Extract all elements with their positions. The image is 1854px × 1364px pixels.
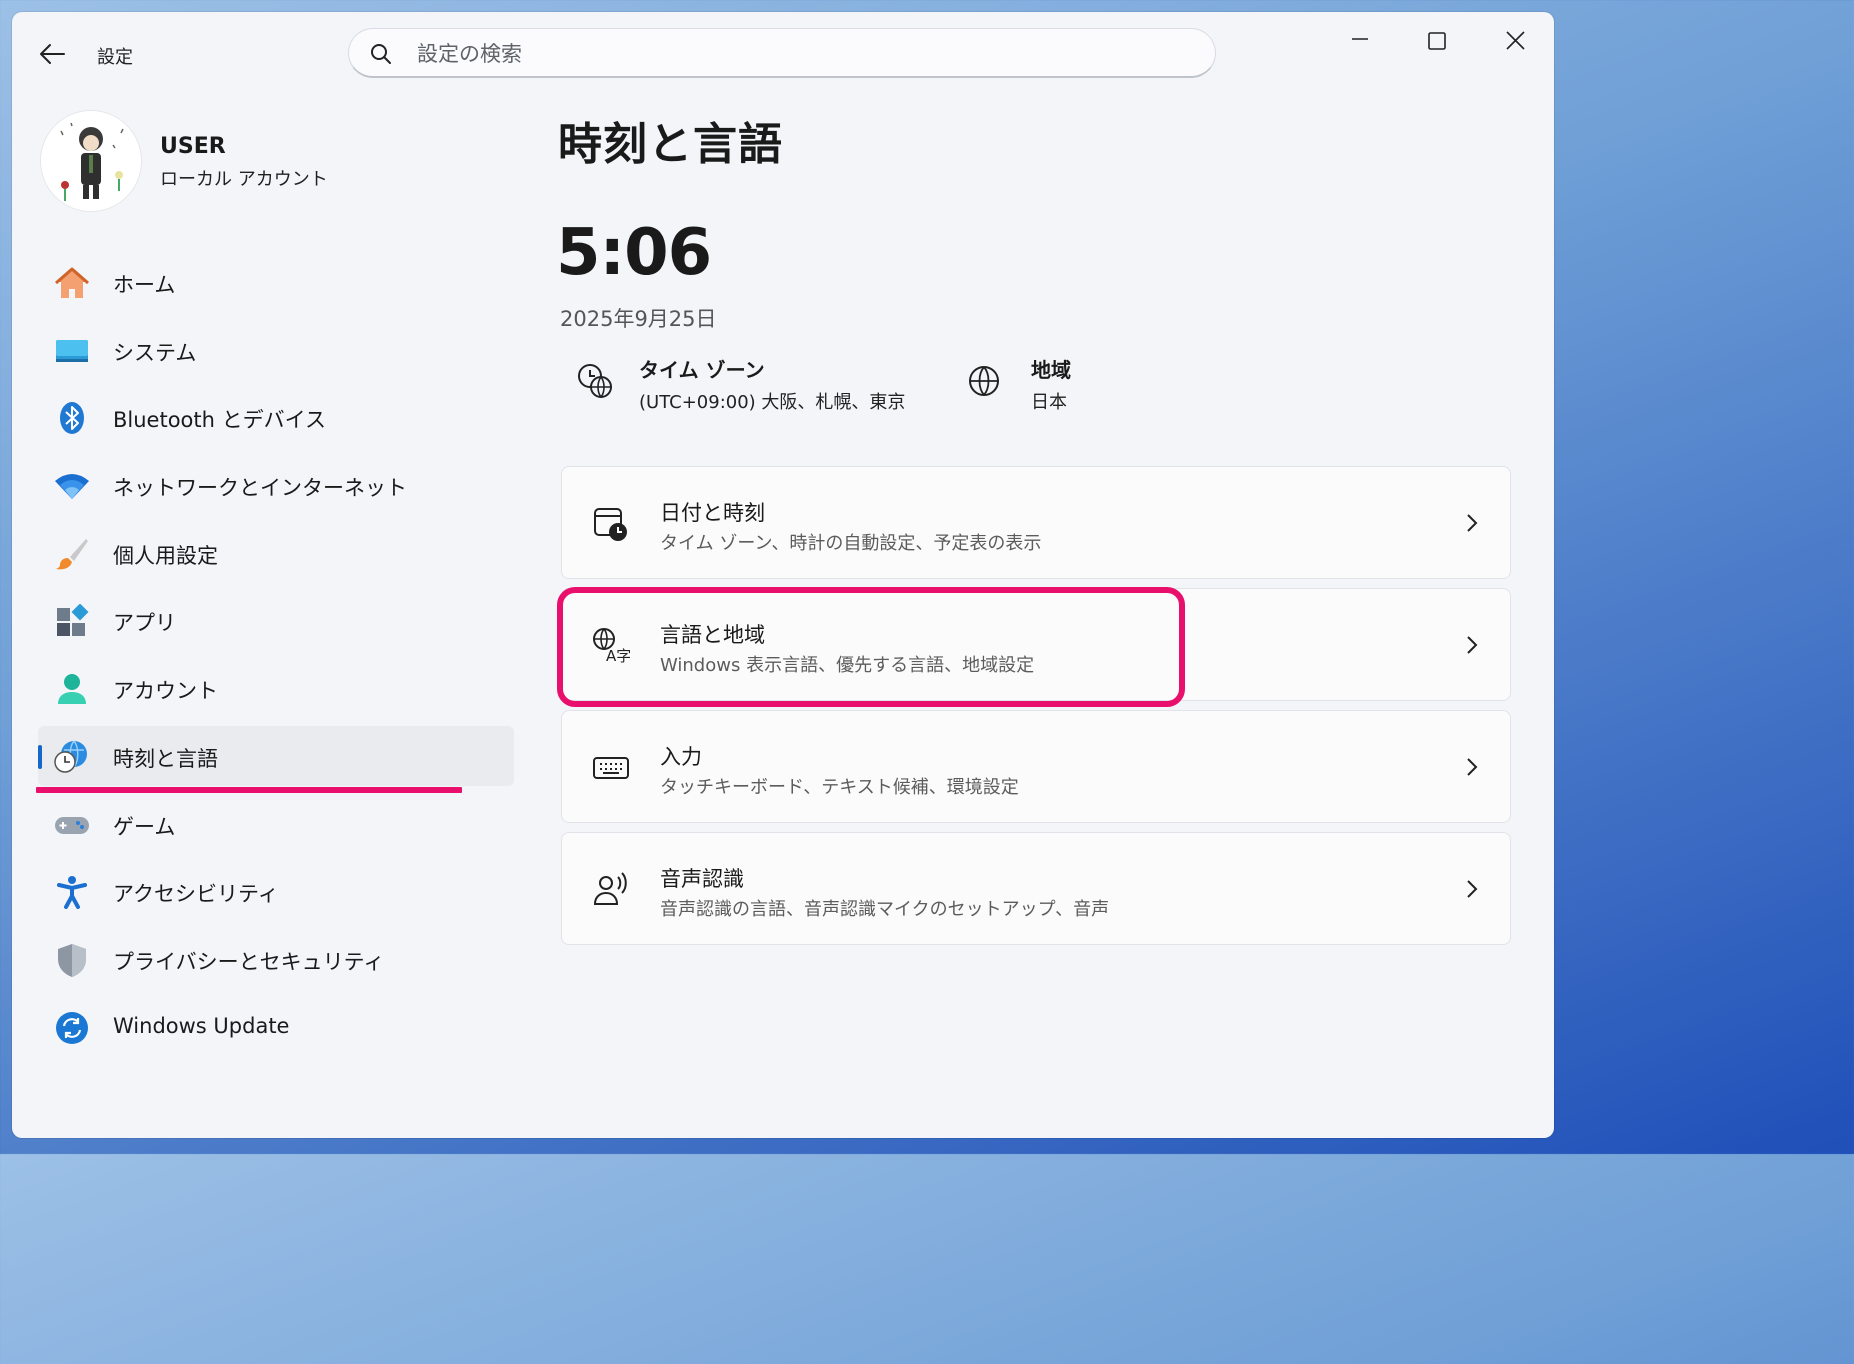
maximize-icon: [1428, 32, 1446, 50]
minimize-icon: [1352, 38, 1368, 40]
chevron-right-icon: [1464, 511, 1480, 535]
sidebar-item-accessibility[interactable]: アクセシビリティ: [38, 861, 514, 921]
search-box[interactable]: [348, 28, 1216, 78]
time-language-icon: [54, 740, 90, 774]
search-icon: [371, 44, 391, 64]
sidebar-item-apps[interactable]: アプリ: [38, 590, 514, 650]
timezone-value: (UTC+09:00) 大阪、札幌、東京: [639, 392, 906, 413]
sidebar-item-system[interactable]: システム: [38, 320, 514, 380]
sidebar-item-home[interactable]: ホーム: [38, 252, 514, 312]
sidebar-item-gaming[interactable]: ゲーム: [38, 794, 514, 854]
bluetooth-icon: [54, 401, 90, 435]
home-icon: [54, 266, 90, 300]
account-type: ローカル アカウント: [160, 169, 328, 190]
settings-window: 設定 USER ローカル アカウント: [12, 12, 1554, 1138]
sidebar-item-network[interactable]: ネットワークとインターネット: [38, 455, 514, 515]
card-title: 言語と地域: [660, 623, 765, 647]
card-subtitle: 音声認識の言語、音声認識マイクのセットアップ、音声: [660, 899, 1110, 920]
gamepad-icon: [54, 808, 90, 842]
sidebar-nav: ホーム システム Bluetooth とデバイス ネットワークとインターネット: [38, 252, 514, 1064]
card-subtitle: タッチキーボード、テキスト候補、環境設定: [660, 777, 1019, 798]
shield-icon: [54, 943, 90, 977]
globe-icon: [967, 364, 1001, 402]
sidebar-item-personalization[interactable]: 個人用設定: [38, 523, 514, 583]
card-subtitle: Windows 表示言語、優先する言語、地域設定: [660, 655, 1035, 676]
card-title: 日付と時刻: [660, 501, 765, 525]
svg-text:A字: A字: [606, 647, 630, 665]
user-name: USER: [160, 134, 226, 159]
wifi-icon: [54, 469, 90, 503]
card-language-region[interactable]: A字 言語と地域 Windows 表示言語、優先する言語、地域設定: [561, 588, 1511, 701]
keyboard-icon: [592, 749, 630, 787]
chevron-right-icon: [1464, 633, 1480, 657]
timezone-title: タイム ゾーン: [639, 358, 765, 382]
system-icon: [54, 334, 90, 368]
search-input[interactable]: [415, 37, 1179, 71]
sidebar-item-windows-update[interactable]: Windows Update: [38, 997, 514, 1057]
card-input[interactable]: 入力 タッチキーボード、テキスト候補、環境設定: [561, 710, 1511, 823]
active-item-annotation-underline: [36, 787, 462, 793]
close-icon: [1506, 31, 1525, 50]
chevron-right-icon: [1464, 755, 1480, 779]
app-title: 設定: [97, 47, 133, 68]
sidebar-item-time-language[interactable]: 時刻と言語: [38, 725, 514, 786]
apps-icon: [54, 603, 90, 638]
brush-icon: [54, 537, 90, 571]
avatar[interactable]: [40, 110, 142, 212]
calendar-clock-icon: [592, 505, 630, 543]
accessibility-icon: [54, 875, 90, 910]
language-icon: A字: [592, 627, 631, 665]
card-title: 音声認識: [660, 867, 744, 891]
card-title: 入力: [660, 745, 702, 769]
card-date-time[interactable]: 日付と時刻 タイム ゾーン、時計の自動設定、予定表の表示: [561, 466, 1511, 579]
back-arrow-icon[interactable]: [38, 42, 68, 68]
page-title: 時刻と言語: [558, 119, 783, 170]
card-speech[interactable]: 音声認識 音声認識の言語、音声認識マイクのセットアップ、音声: [561, 832, 1511, 945]
region-value: 日本: [1031, 392, 1067, 413]
minimize-button[interactable]: [1340, 26, 1380, 56]
maximize-button[interactable]: [1417, 26, 1457, 56]
sidebar-item-privacy[interactable]: プライバシーとセキュリティ: [38, 929, 514, 989]
account-icon: [54, 672, 90, 706]
chevron-right-icon: [1464, 877, 1480, 901]
speech-icon: [592, 871, 630, 909]
sidebar-item-bluetooth[interactable]: Bluetooth とデバイス: [38, 387, 514, 447]
card-subtitle: タイム ゾーン、時計の自動設定、予定表の表示: [660, 533, 1042, 554]
timezone-icon: [576, 362, 614, 404]
clock-time: 5:06: [556, 216, 712, 290]
clock-date: 2025年9月25日: [560, 307, 717, 331]
close-button[interactable]: [1495, 26, 1535, 56]
update-icon: [54, 1011, 90, 1045]
sidebar-item-accounts[interactable]: アカウント: [38, 658, 514, 718]
region-title: 地域: [1031, 358, 1071, 382]
